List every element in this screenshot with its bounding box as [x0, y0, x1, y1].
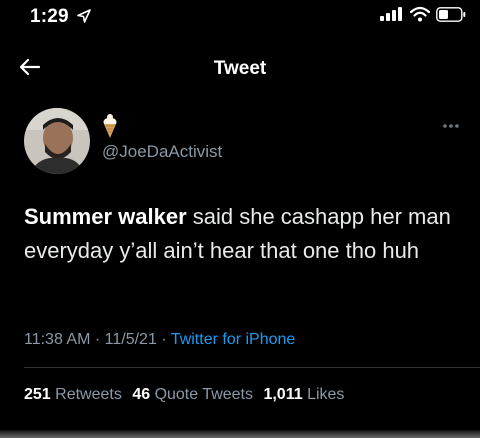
battery-icon	[436, 7, 466, 22]
likes-label: Likes	[307, 386, 345, 403]
meta-separator: ·	[161, 331, 167, 348]
avatar-photo	[24, 108, 90, 174]
tweet-time: 11:38 AM	[24, 331, 91, 348]
retweets-count: 251	[24, 386, 51, 403]
author-handle[interactable]: @JoeDaActivist	[102, 142, 222, 162]
quote-tweets-stat[interactable]: 46 Quote Tweets	[132, 386, 253, 404]
tweet-meta: 11:38 AM · 11/5/21 · Twitter for iPhone	[24, 331, 295, 349]
ice-cream-icon	[103, 114, 117, 138]
tweet-text-bold: Summer walker	[24, 204, 187, 229]
bottom-divider	[0, 430, 480, 438]
location-arrow-icon	[77, 9, 91, 23]
retweets-stat[interactable]: 251 Retweets	[24, 386, 122, 404]
status-bar: 1:29	[0, 0, 480, 36]
meta-separator: ·	[94, 331, 101, 348]
retweets-label: Retweets	[55, 386, 122, 403]
more-dots-icon[interactable]	[441, 120, 461, 132]
tweet-source-link[interactable]: Twitter for iPhone	[171, 331, 296, 348]
tweet-stats: 251 Retweets 46 Quote Tweets 1,011 Likes	[24, 386, 350, 404]
page-title: Tweet	[213, 58, 267, 79]
cellular-signal-icon	[380, 7, 402, 21]
wifi-icon	[410, 6, 430, 22]
status-time: 1:29	[30, 6, 69, 27]
nav-bar: Tweet	[0, 44, 480, 92]
likes-count: 1,011	[263, 386, 303, 403]
tweet-text: Summer walker said she cashapp her man e…	[24, 200, 464, 268]
quote-tweets-count: 46	[132, 386, 151, 403]
divider	[24, 367, 480, 368]
likes-stat[interactable]: 1,011 Likes	[263, 386, 344, 404]
avatar[interactable]	[24, 108, 90, 174]
tweet-date: 11/5/21	[104, 331, 157, 348]
quote-tweets-label: Quote Tweets	[154, 386, 253, 403]
